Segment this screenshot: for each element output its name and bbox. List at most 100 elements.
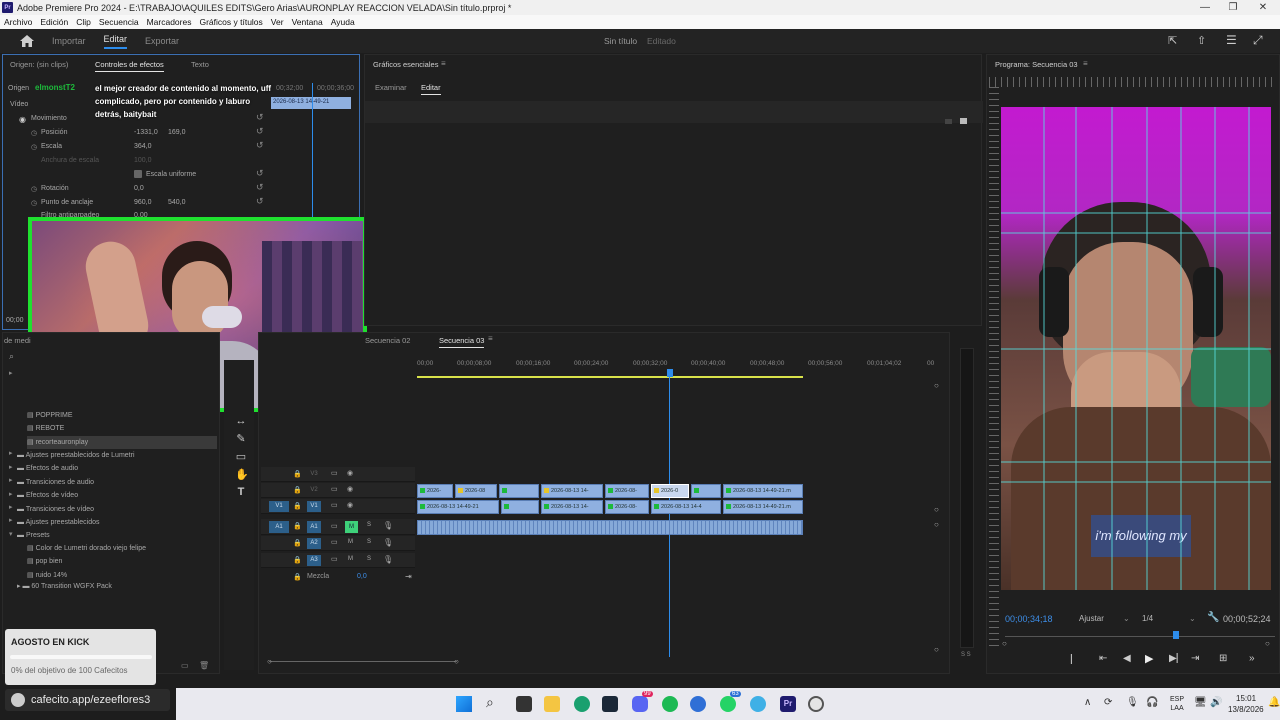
- search-icon[interactable]: ⌕: [9, 351, 14, 362]
- program-scrubber[interactable]: [1005, 636, 1275, 637]
- posicion-y[interactable]: 169,0: [168, 129, 186, 136]
- reset-icon[interactable]: ↺: [256, 112, 264, 123]
- clip-v1[interactable]: 2026-08-13 14-49-21.m: [723, 500, 803, 514]
- rectangle-tool-icon[interactable]: ▭: [235, 450, 247, 463]
- mic-icon[interactable]: 🎙: [383, 521, 393, 530]
- close-button[interactable]: ✕: [1248, 0, 1278, 15]
- maximize-button[interactable]: ❐: [1218, 0, 1248, 15]
- track-a3[interactable]: 🔒 A3 ▭ M S 🎙: [261, 553, 415, 568]
- list-item[interactable]: ▤ REBOTE: [27, 422, 217, 435]
- tab-importar[interactable]: Importar: [52, 36, 86, 46]
- headset-icon[interactable]: 🎧: [1146, 697, 1158, 708]
- menu-marcadores[interactable]: Marcadores: [147, 17, 192, 27]
- clip-v1[interactable]: [501, 500, 539, 514]
- stopwatch-icon[interactable]: ◷: [31, 129, 37, 137]
- tab-secuencia-02[interactable]: Secuencia 02: [365, 336, 410, 345]
- audio-clip-a1[interactable]: [417, 520, 803, 535]
- cafecito-link[interactable]: cafecito.app/ezeeflores3: [5, 689, 170, 711]
- file-explorer-icon[interactable]: [544, 696, 560, 712]
- play-button[interactable]: ▶: [1145, 652, 1153, 665]
- list-item[interactable]: ▬ Efectos de vídeo: [17, 489, 135, 502]
- menu-icon[interactable]: ☰: [1226, 33, 1237, 47]
- menu-archivo[interactable]: Archivo: [4, 17, 32, 27]
- clip-v2[interactable]: [499, 484, 539, 498]
- more-icon[interactable]: »: [1249, 653, 1255, 664]
- new-bin-icon[interactable]: ▭: [181, 661, 189, 670]
- clock-time[interactable]: 15:01: [1236, 694, 1256, 703]
- tray-chevron-icon[interactable]: ∧: [1084, 697, 1091, 708]
- goto-out-icon[interactable]: ⇥: [1191, 653, 1199, 664]
- clip-v1[interactable]: 2026-08-: [605, 500, 649, 514]
- reset-icon[interactable]: ↺: [256, 168, 264, 179]
- list-item[interactable]: ▤ pop bien: [27, 555, 146, 568]
- rotacion-value[interactable]: 0,0: [134, 185, 144, 192]
- list-item[interactable]: ▤ ruido 14%: [27, 569, 146, 582]
- workspace-icon[interactable]: ⇱: [1168, 34, 1177, 47]
- solo-button[interactable]: S: [367, 522, 371, 528]
- clip-v1[interactable]: 2026-08-13 14-4: [651, 500, 721, 514]
- effects-clip-bar[interactable]: 2026-08-13 14-49-21: [271, 97, 351, 109]
- browser-icon[interactable]: [750, 696, 766, 712]
- resolution-select[interactable]: 1/4: [1142, 614, 1153, 623]
- fit-select[interactable]: Ajustar: [1079, 614, 1104, 623]
- pen-tool-icon[interactable]: ✎: [235, 432, 247, 445]
- clip-v2[interactable]: 2026-: [417, 484, 453, 498]
- tab-editar[interactable]: Editar: [103, 34, 128, 49]
- escala-value[interactable]: 364,0: [134, 143, 152, 150]
- menu-edicion[interactable]: Edición: [40, 17, 68, 27]
- chevron-down-icon[interactable]: ⌄: [1123, 614, 1130, 623]
- reset-icon[interactable]: ↺: [256, 126, 264, 137]
- wrench-icon[interactable]: 🔧: [1207, 612, 1219, 623]
- ripple-tool-icon[interactable]: ↔: [235, 415, 247, 427]
- list-item[interactable]: ▬ Transiciones de audio: [17, 476, 135, 489]
- reset-icon[interactable]: ↺: [256, 140, 264, 151]
- track-v1[interactable]: V1 🔒 V1 ▭ ◉: [261, 499, 415, 514]
- program-timecode-left[interactable]: 00;00;34;18: [1005, 614, 1053, 624]
- anclaje-x[interactable]: 960,0: [134, 199, 152, 206]
- reset-icon[interactable]: ↺: [256, 196, 264, 207]
- clip-v2[interactable]: 2026-08: [455, 484, 497, 498]
- sync-icon[interactable]: ⟳: [1104, 697, 1112, 708]
- premiere-taskbar-icon[interactable]: Pr: [780, 696, 796, 712]
- mic-tray-icon[interactable]: 🎙: [1126, 697, 1139, 708]
- tab-controles-efectos[interactable]: Controles de efectos: [95, 60, 164, 72]
- panel-menu-icon[interactable]: ≡: [488, 334, 493, 343]
- list-item[interactable]: ▬ Ajustes preestablecidos de Lumetri: [17, 449, 135, 462]
- mute-button[interactable]: M: [345, 521, 358, 533]
- menu-graficos[interactable]: Gráficos y títulos: [199, 17, 262, 27]
- step-forward-icon[interactable]: ▶⎸: [1169, 653, 1187, 664]
- marker-icon[interactable]: ⎸: [1071, 654, 1081, 665]
- clip-v2[interactable]: 2026-08-13 14-: [541, 484, 603, 498]
- step-back-icon[interactable]: ◀: [1123, 653, 1131, 664]
- list-item[interactable]: ▸ ▬ 60 Transition WGFX Pack: [17, 582, 112, 590]
- start-button[interactable]: [456, 696, 472, 712]
- panel-menu-icon[interactable]: ≡: [1083, 59, 1088, 68]
- list-item[interactable]: ▤ recorteauronplay: [27, 435, 217, 450]
- share-icon[interactable]: ⇧: [1197, 34, 1206, 47]
- graphics-icon-b[interactable]: [960, 118, 967, 124]
- timeline-zoom-scrollbar[interactable]: [269, 661, 457, 662]
- tab-editar-graficos[interactable]: Editar: [421, 83, 441, 95]
- trash-icon[interactable]: 🗑: [199, 661, 209, 670]
- text-tool-icon[interactable]: T: [235, 486, 247, 498]
- search-icon[interactable]: ⌕: [486, 694, 494, 711]
- escala-uniforme-checkbox[interactable]: [134, 170, 142, 178]
- clip-v2-selected[interactable]: 2026-0: [651, 484, 689, 498]
- track-a1[interactable]: A1 🔒 A1 ▭ M S 🎙: [261, 519, 415, 535]
- network-icon[interactable]: 🖥: [1194, 697, 1207, 708]
- task-view-icon[interactable]: [516, 696, 532, 712]
- work-area-bar[interactable]: [417, 376, 803, 378]
- list-item[interactable]: ▬ Ajustes preestablecidos: [17, 516, 135, 529]
- clip-v2[interactable]: [691, 484, 721, 498]
- notifications-icon[interactable]: 🔔: [1268, 697, 1280, 708]
- posicion-x[interactable]: -1331,0: [134, 129, 158, 136]
- graphics-icon-a[interactable]: [945, 119, 952, 124]
- clip-v1[interactable]: 2026-08-13 14-49-21: [417, 500, 499, 514]
- discord-icon[interactable]: [632, 696, 648, 712]
- clock-date[interactable]: 13/8/2026: [1228, 705, 1264, 714]
- clip-v1[interactable]: 2026-08-13 14-: [541, 500, 603, 514]
- playhead-handle[interactable]: [667, 369, 673, 377]
- language-indicator[interactable]: ESP LAA: [1170, 695, 1184, 713]
- chevron-down-icon[interactable]: ⌄: [1189, 614, 1196, 623]
- track-a2[interactable]: 🔒 A2 ▭ M S 🎙: [261, 536, 415, 551]
